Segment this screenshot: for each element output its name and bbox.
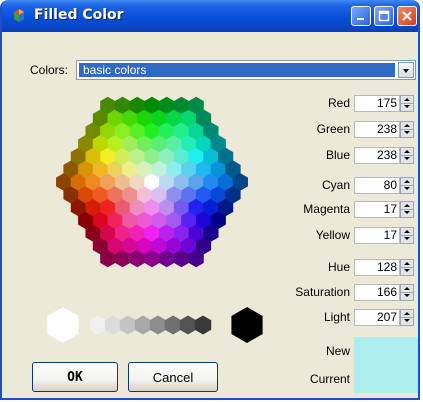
dialog-window: Filled Color Colors: basic colors Red 17…	[0, 0, 420, 400]
title-bar[interactable]: Filled Color	[2, 0, 418, 32]
yellow-spinner[interactable]	[400, 227, 414, 244]
light-label: Light	[323, 310, 350, 324]
chevron-down-icon[interactable]	[398, 62, 414, 78]
red-spinner[interactable]	[400, 95, 414, 112]
close-icon	[402, 11, 412, 21]
saturation-label: Saturation	[295, 285, 350, 299]
palette-white-cell[interactable]	[47, 307, 79, 343]
green-label: Green	[316, 122, 350, 136]
color-hexagon-palette[interactable]	[2, 32, 282, 392]
green-spinner[interactable]	[400, 121, 414, 138]
window-title: Filled Color	[34, 7, 124, 23]
magenta-spinner[interactable]	[400, 201, 414, 218]
cyan-field[interactable]: 80	[354, 177, 400, 194]
yellow-field[interactable]: 17	[354, 227, 400, 244]
palette-gray-cell[interactable]	[179, 315, 197, 335]
hue-spinner[interactable]	[400, 259, 414, 276]
new-color-swatch	[354, 337, 418, 365]
minimize-button[interactable]	[351, 6, 371, 26]
blue-spinner[interactable]	[400, 147, 414, 164]
palette-gray-cell[interactable]	[134, 315, 152, 335]
saturation-field[interactable]: 166	[354, 284, 400, 301]
cancel-button[interactable]: Cancel	[128, 362, 218, 392]
saturation-spinner[interactable]	[400, 284, 414, 301]
magenta-label: Magenta	[303, 202, 350, 216]
palette-gray-cell[interactable]	[194, 315, 212, 335]
light-field[interactable]: 207	[354, 309, 400, 326]
light-spinner[interactable]	[400, 309, 414, 326]
cyan-spinner[interactable]	[400, 177, 414, 194]
minimize-icon	[357, 18, 364, 20]
palette-icon	[14, 9, 24, 22]
yellow-label: Yellow	[315, 228, 350, 242]
hue-field[interactable]: 128	[354, 259, 400, 276]
close-button[interactable]	[397, 6, 417, 26]
magenta-field[interactable]: 17	[354, 201, 400, 218]
blue-label: Blue	[325, 148, 350, 162]
green-field[interactable]: 238	[354, 121, 400, 138]
palette-gray-cell[interactable]	[104, 315, 122, 335]
ok-button[interactable]: OK	[32, 362, 118, 392]
current-color-label: Current	[309, 372, 350, 386]
red-field[interactable]: 175	[354, 95, 400, 112]
palette-gray-cell[interactable]	[89, 315, 107, 335]
new-color-label: New	[325, 344, 350, 358]
hue-label: Hue	[327, 260, 350, 274]
cyan-label: Cyan	[321, 178, 350, 192]
dialog-body: Colors: basic colors Red 175 Green 238 B…	[2, 32, 418, 398]
current-color-swatch	[354, 365, 418, 393]
maximize-icon	[378, 10, 390, 22]
palette-gray-cell[interactable]	[164, 315, 182, 335]
blue-field[interactable]: 238	[354, 147, 400, 164]
red-label: Red	[327, 96, 350, 110]
maximize-button[interactable]	[374, 6, 394, 26]
palette-gray-cell[interactable]	[119, 315, 137, 335]
palette-gray-cell[interactable]	[149, 315, 167, 335]
